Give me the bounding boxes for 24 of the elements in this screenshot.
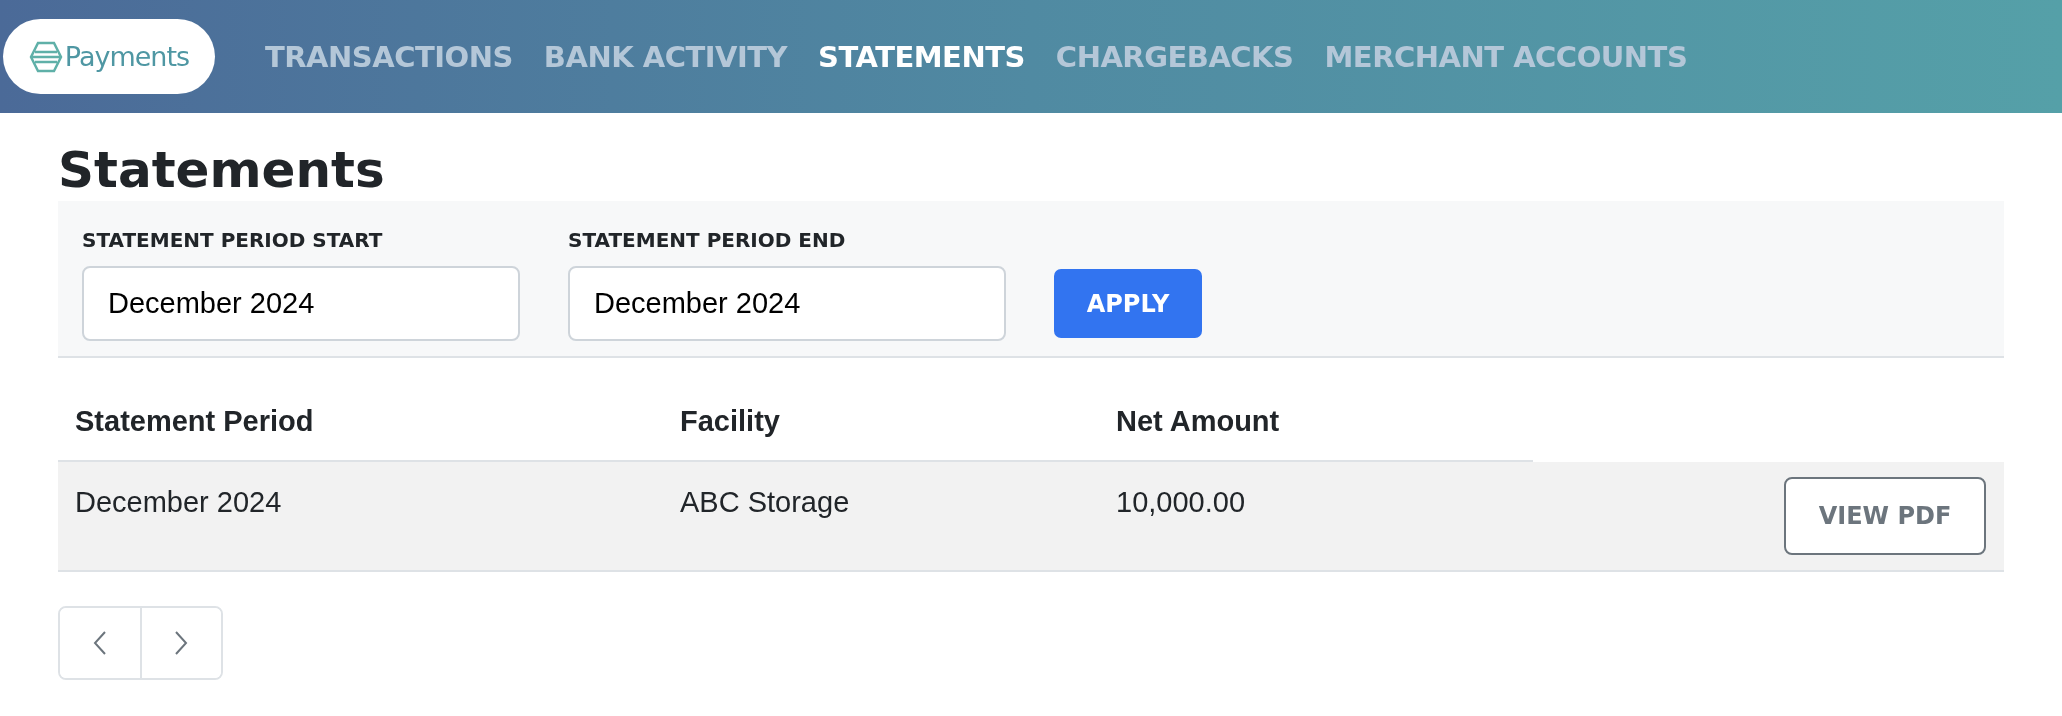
column-header: Net Amount [1116,405,1281,438]
nav-tab[interactable]: MERCHANT ACCOUNTS [1324,39,1688,74]
page-title: Statements [58,141,386,201]
chevron-left-icon [92,630,107,656]
period-field[interactable]: December 2024 [568,266,1006,341]
field-label: STATEMENT PERIOD START [82,228,384,252]
nav-tab[interactable]: TRANSACTIONS [265,39,513,74]
table-cell-text: 10,000.00 [1116,486,1246,519]
table-cell-text: December 2024 [75,486,283,519]
logo[interactable]: Payments [3,19,215,94]
nav-tab[interactable]: CHARGEBACKS [1055,39,1294,74]
next-page-button[interactable] [139,608,221,678]
nav-tab[interactable]: STATEMENTS [818,39,1025,74]
column-header: Facility [680,405,781,438]
view-pdf-button[interactable]: VIEW PDF [1784,477,1986,555]
period-field[interactable]: December 2024 [82,266,520,341]
column-header: Statement Period [75,405,315,438]
table-cell-text: ABC Storage [680,486,851,519]
chevron-right-icon [174,630,189,656]
logo-text: Payments [64,41,190,72]
nav-tab[interactable]: BANK ACTIVITY [543,39,788,74]
apply-button[interactable]: APPLY [1054,269,1202,338]
hexagon-icon [28,40,63,73]
field-label: STATEMENT PERIOD END [568,228,847,252]
